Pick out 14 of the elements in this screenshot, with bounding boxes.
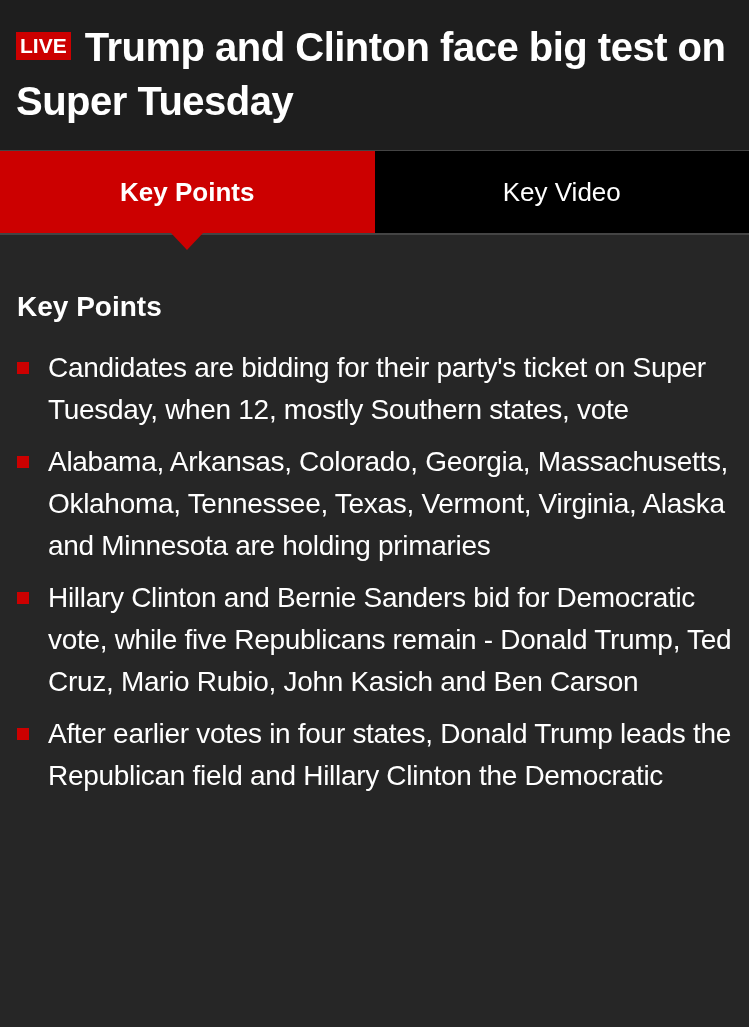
key-point-text: Candidates are bidding for their party's ticket on Super Tuesday, when 12, mostly Southern states, vote [48,351,707,427]
tab[interactable]: Key Points [0,151,375,233]
section-heading: Key Points [17,290,163,324]
live-badge: LIVE [16,32,71,60]
key-point-text: Alabama, Arkansas, Colorado, Georgia, Massachusetts, Oklahoma, Tennessee, Texas, Vermont, Virginia, Alaska and Minnesota are holding primaries [48,445,730,563]
headline: LIVE Trump and Clinton face big test on Super Tuesday [16,24,727,125]
key-point-text: After earlier votes in four states, Donald Trump leads the Republican field and Hillary Clinton the Democratic [48,717,732,793]
bullet-icon [17,592,29,604]
bullet-icon [17,362,29,374]
key-point-text: Hillary Clinton and Bernie Sanders bid for Democratic vote, while five Republicans remain - Donald Trump, Ted Cruz, Mario Rubio, John Kasich and Ben Carson [48,581,733,699]
tab[interactable]: Key Video [374,151,749,233]
bullet-icon [17,728,29,740]
bullet-icon [17,456,29,468]
tab-pointer-icon [171,233,204,250]
